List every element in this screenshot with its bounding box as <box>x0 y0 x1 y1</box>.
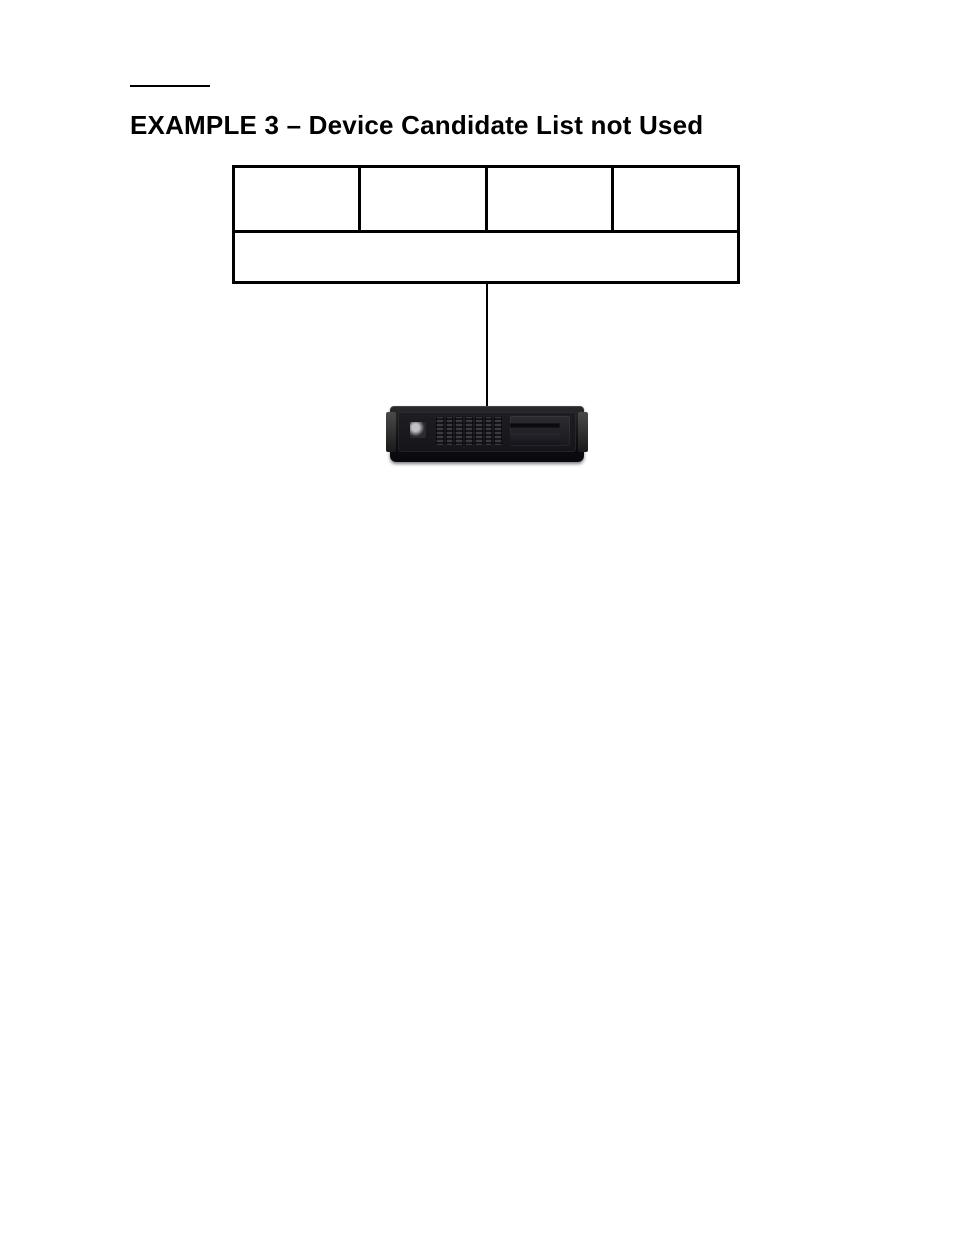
table-cell <box>488 168 614 230</box>
candidate-table <box>232 165 740 284</box>
table-cell <box>235 168 361 230</box>
table-cell <box>361 168 487 230</box>
page-title: EXAMPLE 3 – Device Candidate List not Us… <box>130 110 703 141</box>
table-row <box>232 233 740 284</box>
table-cell <box>614 168 737 230</box>
divider-top <box>130 85 210 87</box>
page: EXAMPLE 3 – Device Candidate List not Us… <box>0 0 954 1235</box>
connector-line <box>486 281 488 407</box>
server-device-icon <box>390 406 584 462</box>
table-row <box>232 165 740 233</box>
